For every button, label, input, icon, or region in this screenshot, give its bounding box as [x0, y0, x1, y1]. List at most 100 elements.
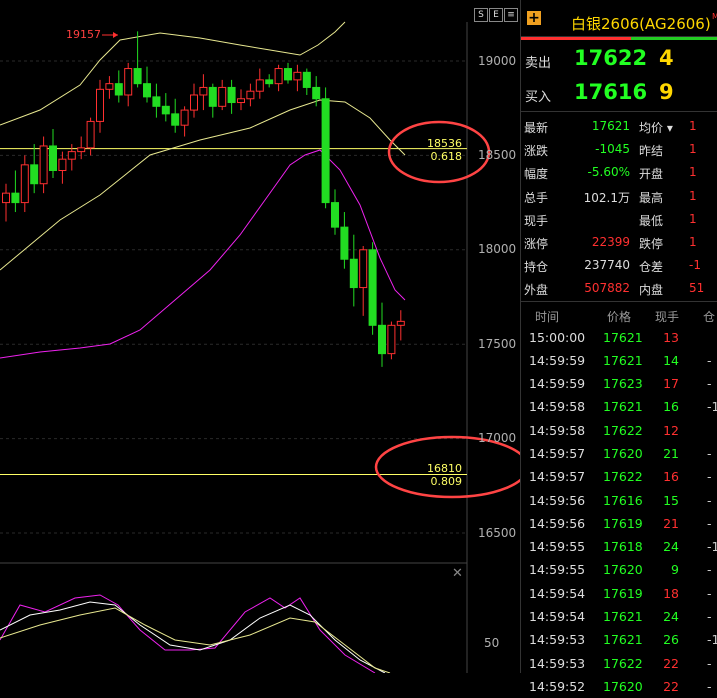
tick-volume: 18 — [655, 586, 679, 601]
tick-price: 17616 — [603, 493, 643, 508]
tick-price: 17621 — [603, 632, 643, 647]
stat-label-2: 昨结 — [639, 142, 663, 159]
tick-oi: - — [707, 562, 712, 577]
tick-price: 17622 — [603, 423, 643, 438]
candle-body — [40, 146, 47, 184]
tick-volume: 21 — [655, 516, 679, 531]
kline-svg[interactable] — [0, 0, 520, 673]
stat-row: 涨停22399跌停1 — [521, 231, 717, 254]
fib-lower-price: 16810 — [418, 462, 462, 475]
stat-label: 总手 — [524, 189, 548, 206]
quote-panel: + 白银2606(AG2606) M 卖出 17622 4 买入 17616 9… — [520, 0, 717, 673]
tick-time: 14:59:57 — [529, 469, 585, 484]
stat-value-2: 1 — [689, 189, 697, 203]
tick-time: 14:59:54 — [529, 609, 585, 624]
candle-body — [228, 87, 235, 102]
candle-body — [360, 250, 367, 288]
stat-label-2: 均价 ▾ — [639, 119, 673, 136]
tick-time: 14:59:59 — [529, 376, 585, 391]
stats-table: 最新17621均价 ▾1涨跌-1045昨结1幅度-5.60%开盘1总手102.1… — [521, 111, 717, 302]
e-button[interactable]: E — [489, 8, 503, 22]
tick-row[interactable]: 14:59:531762222- — [521, 652, 717, 675]
stat-label: 幅度 — [524, 165, 548, 182]
candle-body — [219, 87, 226, 106]
tick-row[interactable]: 14:59:591762317- — [521, 372, 717, 395]
tick-price: 17620 — [603, 446, 643, 461]
tick-oi: - — [707, 446, 712, 461]
stat-value: 237740 — [569, 258, 630, 272]
axis-label-16500: 16500 — [478, 526, 516, 540]
kline-chart[interactable]: S E ≡ 19157 19000 18500 18000 17500 1700… — [0, 0, 520, 673]
tick-row[interactable]: 14:59:531762126-1 — [521, 628, 717, 651]
bid-row[interactable]: 买入 17616 9 — [521, 77, 717, 111]
ask-row[interactable]: 卖出 17622 4 — [521, 43, 717, 77]
stat-label: 涨跌 — [524, 142, 548, 159]
stat-value-2: -1 — [689, 258, 701, 272]
add-icon[interactable]: + — [527, 11, 541, 25]
candle-body — [238, 99, 245, 103]
tick-price: 17621 — [603, 353, 643, 368]
stat-row: 持仓237740仓差-1 — [521, 254, 717, 277]
tick-time: 14:59:53 — [529, 632, 585, 647]
tick-volume: 21 — [655, 446, 679, 461]
candle-body — [266, 80, 273, 84]
candle-body — [332, 203, 339, 228]
bollinger-upper — [0, 22, 345, 125]
candle-body — [379, 325, 386, 353]
tick-row[interactable]: 14:59:521762022- — [521, 675, 717, 698]
stat-value-2: 1 — [689, 119, 697, 133]
tick-row[interactable]: 14:59:561761921- — [521, 512, 717, 535]
tick-row[interactable]: 14:59:581762212 — [521, 419, 717, 442]
stat-label: 最新 — [524, 119, 548, 136]
tick-time: 14:59:56 — [529, 516, 585, 531]
tick-price: 17622 — [603, 656, 643, 671]
stat-label: 持仓 — [524, 258, 548, 275]
tick-time: 14:59:52 — [529, 679, 585, 694]
ticks-list[interactable]: 15:00:00176211314:59:591762114-14:59:591… — [521, 326, 717, 698]
menu-button[interactable]: ≡ — [504, 8, 518, 22]
tick-row[interactable]: 14:59:591762114- — [521, 349, 717, 372]
tick-volume: 24 — [655, 609, 679, 624]
tick-row[interactable]: 15:00:001762113 — [521, 326, 717, 349]
tick-time: 14:59:53 — [529, 656, 585, 671]
candle-body — [200, 87, 207, 95]
axis-label-17000: 17000 — [478, 431, 516, 445]
ratio-bar-green — [631, 37, 717, 40]
tick-row[interactable]: 14:59:541762124- — [521, 605, 717, 628]
bid-label: 买入 — [525, 86, 551, 105]
tick-row[interactable]: 14:59:551761824-1 — [521, 535, 717, 558]
axis-label-18500: 18500 — [478, 148, 516, 162]
candle-body — [275, 69, 282, 84]
close-subchart-icon[interactable]: ✕ — [452, 566, 463, 581]
tick-oi: - — [707, 679, 712, 694]
candle-body — [115, 84, 122, 95]
tick-price: 17621 — [603, 399, 643, 414]
tick-row[interactable]: 14:59:55176209- — [521, 558, 717, 581]
ask-volume: 4 — [659, 46, 674, 70]
fib-upper-price: 18536 — [418, 137, 462, 150]
stat-label: 涨停 — [524, 235, 548, 252]
stat-row: 幅度-5.60%开盘1 — [521, 161, 717, 184]
tick-row[interactable]: 14:59:571762216- — [521, 465, 717, 488]
ticks-header: 时间 价格 现手 仓 — [521, 302, 717, 326]
tick-row[interactable]: 14:59:541761918- — [521, 582, 717, 605]
tick-row[interactable]: 14:59:57 17620 21 - — [521, 442, 717, 465]
sub-axis-label: 50 — [484, 636, 499, 650]
tick-oi: -1 — [707, 632, 717, 647]
quote-header: + 白银2606(AG2606) M — [521, 0, 717, 37]
fib-upper-label: 18536 0.618 — [418, 137, 462, 163]
tick-row[interactable]: 14:59:561761615- — [521, 489, 717, 512]
candle-body — [181, 110, 188, 125]
tick-row[interactable]: 14:59:581762116-1 — [521, 395, 717, 418]
stat-value: 22399 — [569, 235, 630, 249]
candle-body — [247, 91, 254, 99]
s-button[interactable]: S — [474, 8, 488, 22]
contract-title[interactable]: 白银2606(AG2606) — [571, 13, 711, 34]
candle-body — [3, 193, 10, 202]
tick-price: 17619 — [603, 586, 643, 601]
candle-body — [209, 87, 216, 106]
tick-time: 14:59:57 — [529, 446, 585, 461]
tick-volume: 22 — [655, 679, 679, 694]
tick-time: 14:59:58 — [529, 399, 585, 414]
tick-volume: 16 — [655, 469, 679, 484]
